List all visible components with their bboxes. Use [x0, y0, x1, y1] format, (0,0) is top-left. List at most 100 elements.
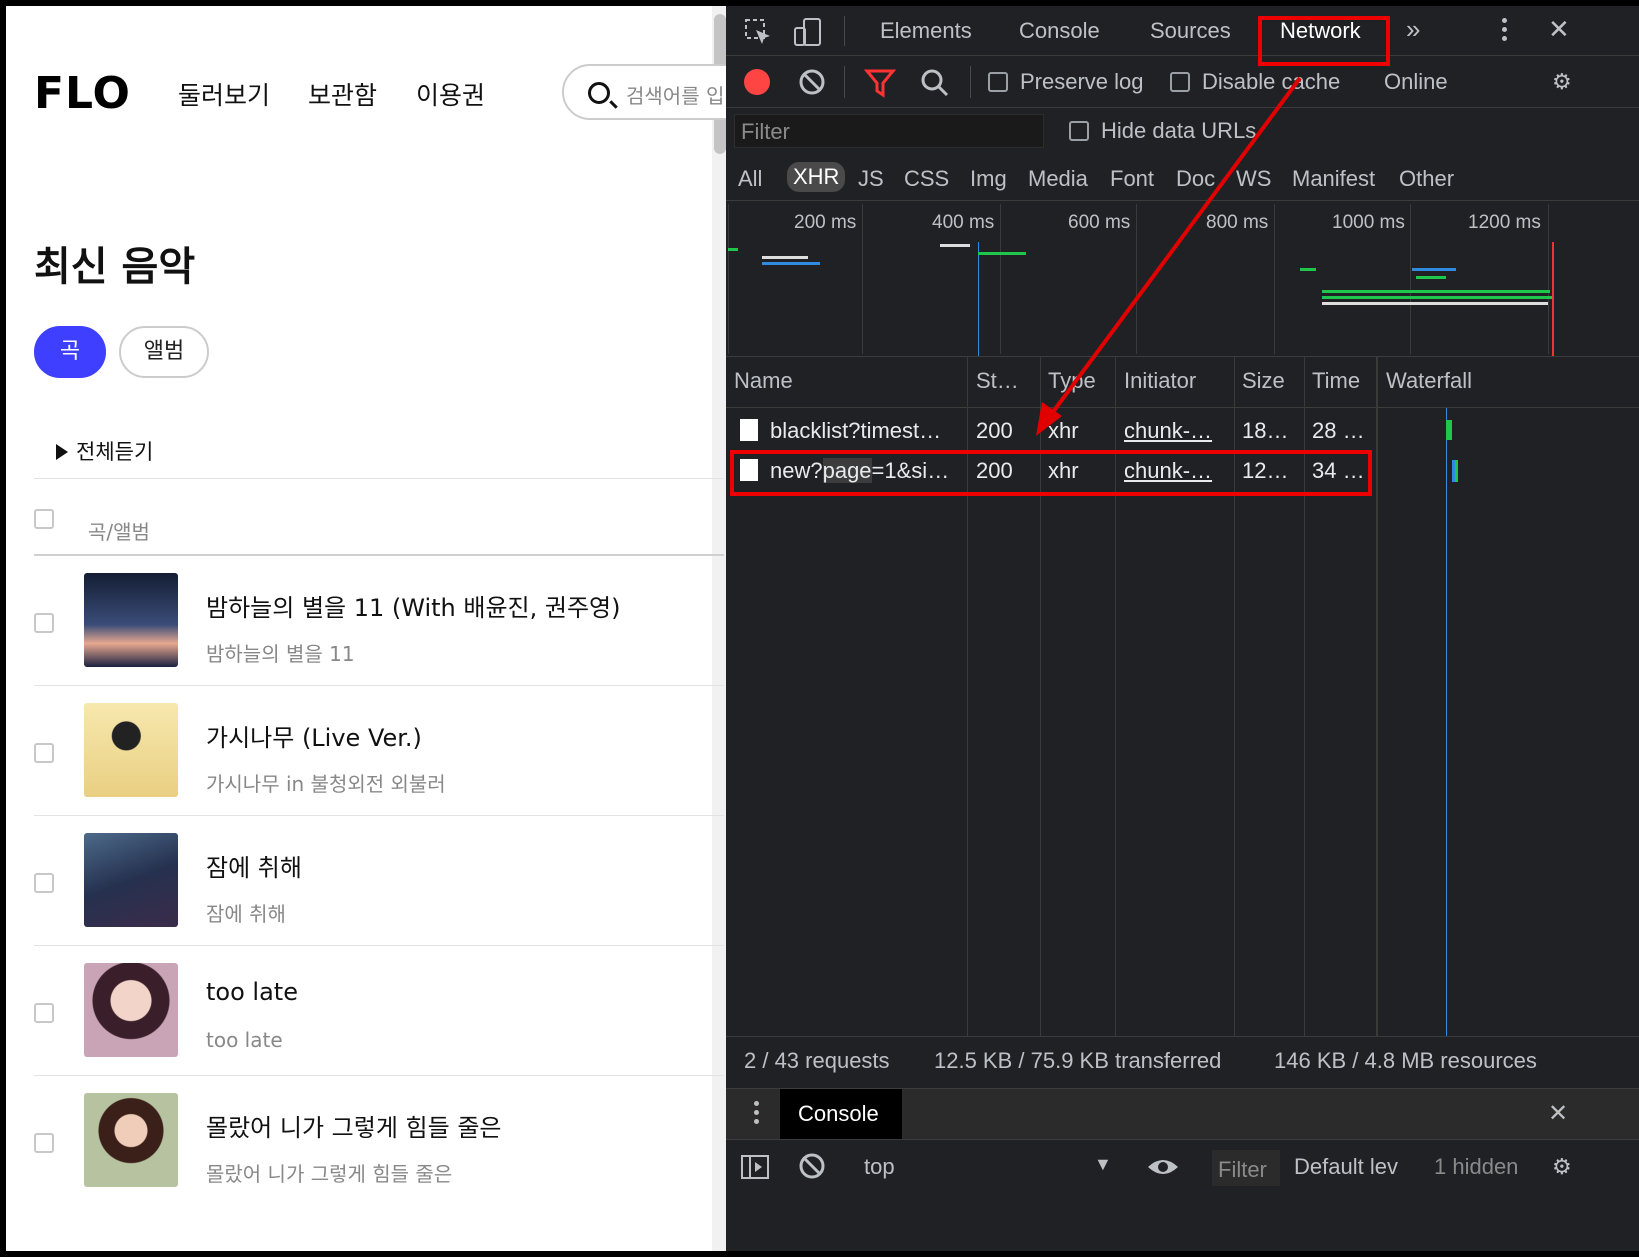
- track-row[interactable]: 밤하늘의 별을 11 (With 배윤진, 권주영) 밤하늘의 별을 11: [6, 558, 726, 688]
- console-settings-icon[interactable]: ⚙: [1552, 1154, 1572, 1180]
- kebab-menu-icon[interactable]: [1502, 18, 1507, 44]
- checkbox-box[interactable]: [988, 72, 1008, 92]
- column-header-time[interactable]: Time: [1312, 368, 1360, 394]
- disable-cache-checkbox[interactable]: Disable cache: [1170, 69, 1340, 95]
- track-checkbox[interactable]: [34, 1133, 54, 1153]
- nav-browse[interactable]: 둘러보기: [178, 76, 270, 112]
- column-header-status[interactable]: St…: [976, 368, 1019, 394]
- column-header-name[interactable]: Name: [734, 368, 793, 394]
- search-icon[interactable]: [920, 68, 950, 98]
- tab-console[interactable]: Console: [1019, 18, 1100, 44]
- throttle-select[interactable]: Online: [1384, 69, 1448, 95]
- request-status: 200: [976, 418, 1013, 443]
- track-row[interactable]: 가시나무 (Live Ver.) 가시나무 in 불청외전 외불러: [6, 688, 726, 818]
- track-title[interactable]: 밤하늘의 별을 11 (With 배윤진, 권주영): [206, 588, 621, 623]
- type-filter-other[interactable]: Other: [1399, 166, 1454, 192]
- divider: [34, 1075, 724, 1076]
- request-name[interactable]: blacklist?timest…: [770, 418, 941, 444]
- type-filter-doc[interactable]: Doc: [1176, 166, 1215, 192]
- nav-membership[interactable]: 이용권: [416, 76, 485, 112]
- eye-icon[interactable]: [1146, 1156, 1180, 1178]
- track-title[interactable]: 가시나무 (Live Ver.): [206, 718, 422, 753]
- track-checkbox[interactable]: [34, 743, 54, 763]
- console-filter-input[interactable]: Filter: [1212, 1150, 1280, 1186]
- track-album[interactable]: 가시나무 in 불청외전 외불러: [206, 768, 446, 797]
- track-title[interactable]: too late: [206, 978, 298, 1006]
- disable-cache-label: Disable cache: [1202, 69, 1341, 94]
- album-art[interactable]: [84, 573, 178, 667]
- tab-elements[interactable]: Elements: [880, 18, 972, 44]
- track-checkbox[interactable]: [34, 873, 54, 893]
- track-row[interactable]: too late too late: [6, 948, 726, 1078]
- network-settings-icon[interactable]: ⚙: [1552, 69, 1572, 95]
- type-filter-font[interactable]: Font: [1110, 166, 1154, 192]
- type-filter-js[interactable]: JS: [858, 166, 884, 192]
- hide-data-urls-checkbox[interactable]: Hide data URLs: [1069, 118, 1256, 144]
- filter-song-button[interactable]: 곡: [34, 326, 106, 378]
- select-all-checkbox[interactable]: [34, 509, 54, 529]
- track-title[interactable]: 몰랐어 니가 그렇게 힘들 줄은: [206, 1108, 501, 1143]
- search-box[interactable]: 검색어를 입력: [562, 64, 726, 120]
- timeline-grid: [1136, 204, 1137, 354]
- track-album[interactable]: too late: [206, 1028, 283, 1052]
- track-checkbox[interactable]: [34, 1003, 54, 1023]
- preserve-log-checkbox[interactable]: Preserve log: [988, 69, 1144, 95]
- track-album[interactable]: 잠에 취해: [206, 898, 286, 927]
- type-filter-xhr[interactable]: XHR: [787, 162, 846, 192]
- dom-content-loaded-line: [978, 242, 979, 356]
- separator: [970, 66, 971, 98]
- filter-icon[interactable]: [864, 68, 896, 98]
- column-header-size[interactable]: Size: [1242, 368, 1285, 394]
- column-header-waterfall[interactable]: Waterfall: [1386, 368, 1472, 394]
- type-filter-css[interactable]: CSS: [904, 166, 949, 192]
- request-count: 2 / 43 requests: [744, 1048, 890, 1073]
- filter-input[interactable]: Filter: [734, 114, 1044, 148]
- divider: [726, 1036, 1639, 1037]
- table-row[interactable]: blacklist?timest… 200 xhr chunk-… 18… 28…: [726, 410, 1639, 450]
- drawer-menu-icon[interactable]: [754, 1101, 759, 1127]
- context-select[interactable]: top: [864, 1154, 895, 1180]
- record-icon[interactable]: [744, 69, 770, 95]
- close-devtools-icon[interactable]: ✕: [1548, 14, 1570, 45]
- flo-logo[interactable]: FLO: [34, 68, 131, 119]
- album-art[interactable]: [84, 963, 178, 1057]
- waterfall-bar: [1452, 460, 1458, 482]
- chevron-down-icon[interactable]: ▼: [1094, 1154, 1112, 1175]
- transferred-size: 12.5 KB / 75.9 KB transferred: [934, 1048, 1222, 1073]
- track-album[interactable]: 몰랐어 니가 그렇게 힘들 줄은: [206, 1158, 452, 1187]
- track-title[interactable]: 잠에 취해: [206, 848, 302, 883]
- more-tabs-icon[interactable]: »: [1406, 14, 1420, 45]
- type-filter-all[interactable]: All: [738, 166, 762, 192]
- track-row[interactable]: 잠에 취해 잠에 취해: [6, 818, 726, 948]
- close-drawer-icon[interactable]: ✕: [1548, 1099, 1568, 1128]
- nav-library[interactable]: 보관함: [308, 76, 377, 112]
- request-initiator[interactable]: chunk-…: [1124, 418, 1212, 444]
- tab-sources[interactable]: Sources: [1150, 18, 1231, 44]
- filter-album-button[interactable]: 앨범: [119, 326, 209, 378]
- device-toolbar-icon[interactable]: [792, 16, 824, 48]
- type-filter-img[interactable]: Img: [970, 166, 1007, 192]
- inspect-element-icon[interactable]: [744, 18, 772, 46]
- track-album[interactable]: 밤하늘의 별을 11: [206, 638, 355, 667]
- type-filter-ws[interactable]: WS: [1236, 166, 1271, 192]
- album-art[interactable]: [84, 833, 178, 927]
- play-all-button[interactable]: 전체듣기: [56, 436, 153, 466]
- timeline-label: 1000 ms: [1332, 212, 1405, 233]
- album-art[interactable]: [84, 1093, 178, 1187]
- type-filter-media[interactable]: Media: [1028, 166, 1088, 192]
- sidebar-toggle-icon[interactable]: [740, 1154, 770, 1180]
- album-art[interactable]: [84, 703, 178, 797]
- clear-console-icon[interactable]: [798, 1152, 826, 1180]
- checkbox-box[interactable]: [1170, 72, 1190, 92]
- clear-icon[interactable]: [798, 68, 826, 96]
- drawer-tab-console[interactable]: Console: [780, 1089, 902, 1139]
- checkbox-box[interactable]: [1069, 121, 1089, 141]
- log-levels-select[interactable]: Default lev: [1294, 1154, 1398, 1180]
- column-header-type[interactable]: Type: [1048, 368, 1096, 394]
- column-header-initiator[interactable]: Initiator: [1124, 368, 1196, 394]
- track-row[interactable]: 몰랐어 니가 그렇게 힘들 줄은 몰랐어 니가 그렇게 힘들 줄은: [6, 1078, 726, 1208]
- divider: [34, 945, 724, 946]
- track-checkbox[interactable]: [34, 613, 54, 633]
- type-filter-manifest[interactable]: Manifest: [1292, 166, 1375, 192]
- network-toolbar: Preserve log Disable cache Online ⚙: [726, 56, 1639, 108]
